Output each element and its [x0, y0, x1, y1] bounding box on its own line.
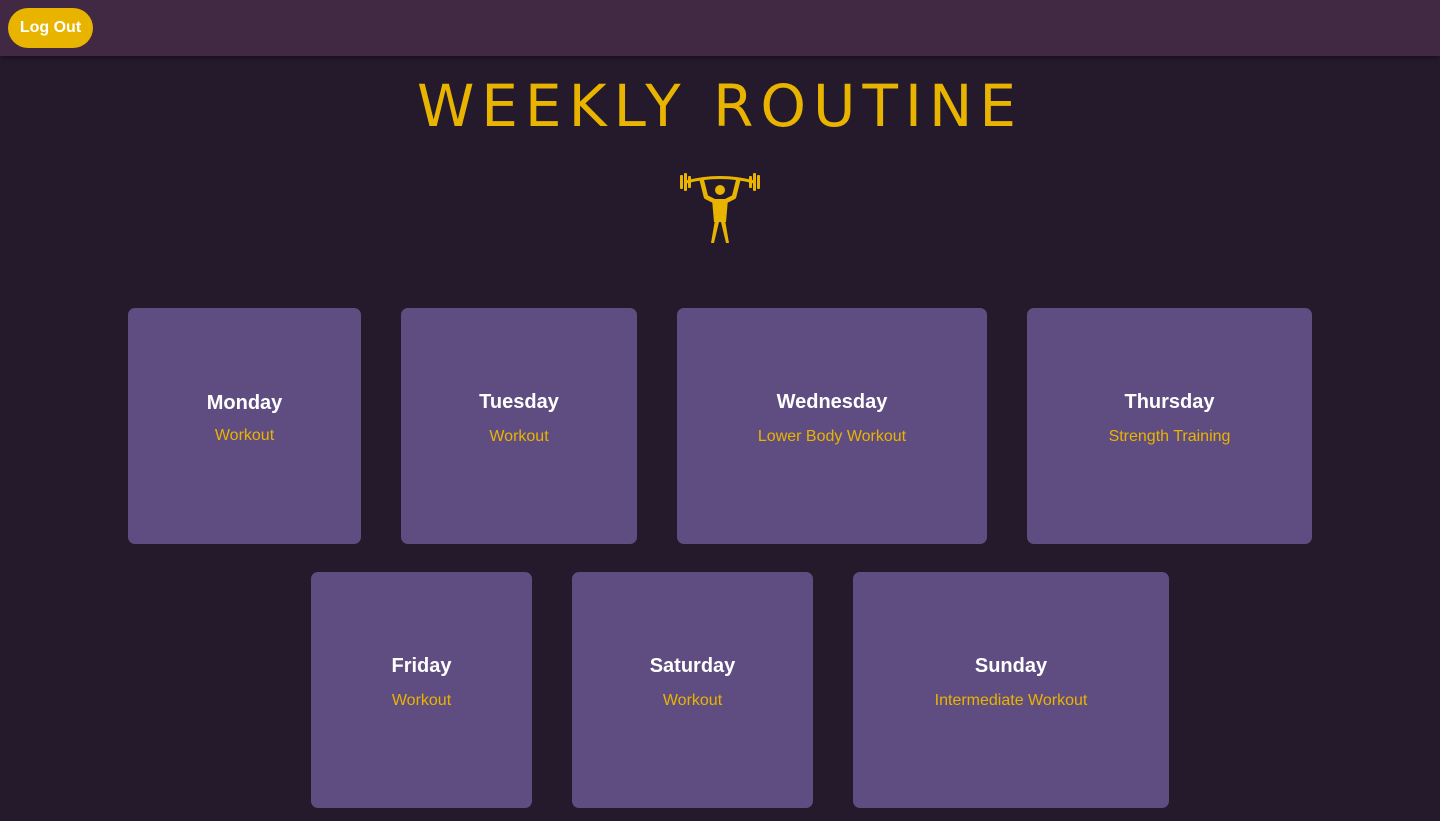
day-name: Tuesday [479, 391, 559, 413]
day-card-wednesday[interactable]: Wednesday Lower Body Workout [677, 308, 987, 544]
day-name: Monday [206, 392, 283, 414]
day-workout: Strength Training [1108, 428, 1231, 445]
day-workout: Lower Body Workout [757, 428, 907, 445]
day-card-sunday[interactable]: Sunday Intermediate Workout [853, 572, 1169, 808]
day-card-friday[interactable]: Friday Workout [311, 572, 532, 808]
weightlifter-icon [680, 173, 760, 243]
day-name: Saturday [649, 655, 736, 677]
page-title: WEEKLY ROUTINE [416, 72, 1024, 140]
day-workout: Workout [662, 692, 723, 709]
logout-button[interactable]: Log Out [8, 8, 93, 48]
day-name: Thursday [1124, 391, 1215, 413]
day-card-thursday[interactable]: Thursday Strength Training [1027, 308, 1312, 544]
day-workout: Workout [391, 692, 452, 709]
day-workout: Workout [489, 428, 549, 445]
day-workout: Workout [214, 427, 275, 444]
top-bar: Log Out [0, 0, 1440, 56]
day-workout: Intermediate Workout [934, 692, 1088, 709]
day-name: Friday [391, 655, 452, 677]
day-card-tuesday[interactable]: Tuesday Workout [401, 308, 637, 544]
day-card-monday[interactable]: Monday Workout [128, 308, 361, 544]
day-name: Sunday [974, 655, 1048, 677]
day-name: Wednesday [776, 391, 888, 413]
day-card-saturday[interactable]: Saturday Workout [572, 572, 813, 808]
